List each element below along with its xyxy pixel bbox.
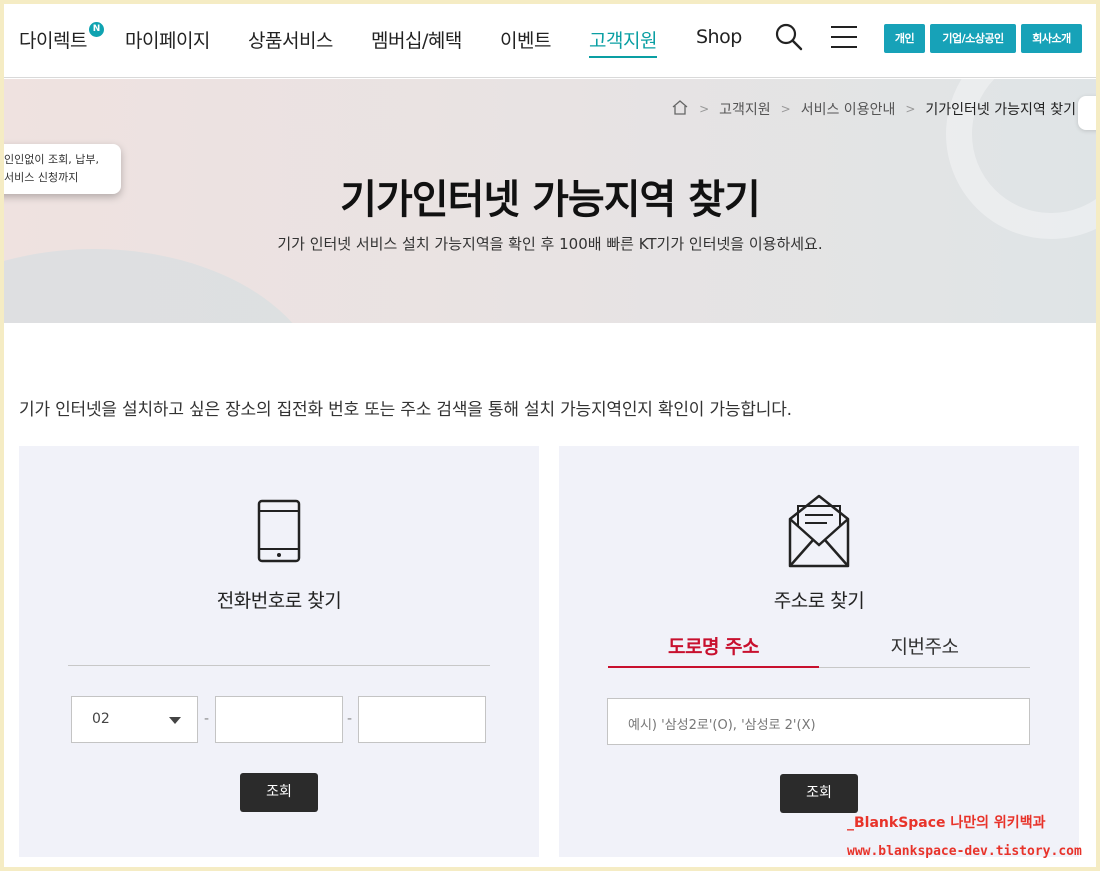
area-code-select[interactable]: 02: [71, 696, 198, 743]
nav-shop[interactable]: Shop: [696, 26, 742, 48]
company-intro-button[interactable]: 회사소개: [1021, 24, 1082, 53]
breadcrumb-separator: >: [699, 102, 710, 116]
area-code-value: 02: [92, 711, 110, 727]
phone-dash-2: -: [347, 711, 353, 727]
phone-prefix-input[interactable]: [215, 696, 343, 743]
breadcrumb-share-button[interactable]: [1078, 96, 1096, 130]
breadcrumb-separator: >: [780, 102, 791, 116]
phone-dash-1: -: [204, 711, 210, 727]
phone-search-panel: 전화번호로 찾기 02 - - 조회: [19, 446, 539, 857]
page-title: 기가인터넷 가능지역 찾기: [340, 177, 761, 223]
tab-road-address[interactable]: 도로명 주소: [608, 632, 819, 668]
nav-products[interactable]: 상품서비스: [248, 26, 333, 53]
phone-panel-divider: [68, 665, 490, 666]
hero-decoration-arc: [4, 249, 324, 323]
breadcrumb-current: 기가인터넷 가능지역 찾기: [925, 102, 1076, 118]
page-frame: 다이렉트 N 마이페이지 상품서비스 멤버십/혜택 이벤트 고객지원 Shop …: [4, 4, 1096, 867]
hero-banner: > 고객지원 > 서비스 이용안내 > 기가인터넷 가능지역 찾기 인인없이 조…: [4, 79, 1096, 323]
nav-membership[interactable]: 멤버십/혜택: [371, 26, 462, 53]
breadcrumb-customer-support[interactable]: 고객지원: [719, 99, 771, 119]
breadcrumb-separator: >: [905, 102, 916, 116]
page-subtitle: 기가 인터넷 서비스 설치 가능지역을 확인 후 100배 빠른 KT기가 인터…: [277, 235, 823, 253]
tab-lot-address[interactable]: 지번주소: [819, 632, 1030, 668]
business-button[interactable]: 기업/소상공인: [930, 24, 1016, 53]
phone-search-title: 전화번호로 찾기: [216, 590, 342, 612]
new-badge: N: [89, 22, 104, 37]
breadcrumb: > 고객지원 > 서비스 이용안내 > 기가인터넷 가능지역 찾기: [671, 99, 1076, 119]
menu-icon[interactable]: [830, 22, 860, 52]
watermark-url: www.blankspace-dev.tistory.com: [847, 844, 1082, 859]
brand-direct-link[interactable]: 다이렉트: [19, 26, 87, 53]
site-header: 다이렉트 N 마이페이지 상품서비스 멤버십/혜택 이벤트 고객지원 Shop …: [4, 4, 1096, 78]
intro-text: 기가 인터넷을 설치하고 싶은 장소의 집전화 번호 또는 주소 검색을 통해 …: [19, 400, 792, 420]
address-search-title: 주소로 찾기: [773, 590, 865, 612]
phone-suffix-input[interactable]: [358, 696, 486, 743]
nav-customer-support[interactable]: 고객지원: [589, 26, 657, 58]
address-search-button[interactable]: 조회: [780, 774, 858, 813]
dropdown-caret-icon: [169, 717, 181, 724]
nav-mypage[interactable]: 마이페이지: [125, 26, 210, 53]
phone-search-button[interactable]: 조회: [240, 773, 318, 812]
address-search-input[interactable]: 예시) '삼성2로'(O), '삼성로 2'(X): [607, 698, 1030, 745]
address-placeholder: 예시) '삼성2로'(O), '삼성로 2'(X): [628, 718, 816, 733]
breadcrumb-service-guide[interactable]: 서비스 이용안내: [801, 99, 896, 119]
personal-button[interactable]: 개인: [884, 24, 925, 53]
envelope-icon: [787, 493, 851, 573]
home-icon[interactable]: [671, 99, 689, 119]
mobile-phone-icon: [257, 499, 303, 568]
nav-event[interactable]: 이벤트: [500, 26, 551, 53]
search-icon[interactable]: [774, 22, 804, 52]
watermark-title: _BlankSpace 나만의 위키백과: [847, 815, 1046, 831]
address-search-panel: 주소로 찾기 도로명 주소 지번주소 예시) '삼성2로'(O), '삼성로 2…: [559, 446, 1079, 857]
